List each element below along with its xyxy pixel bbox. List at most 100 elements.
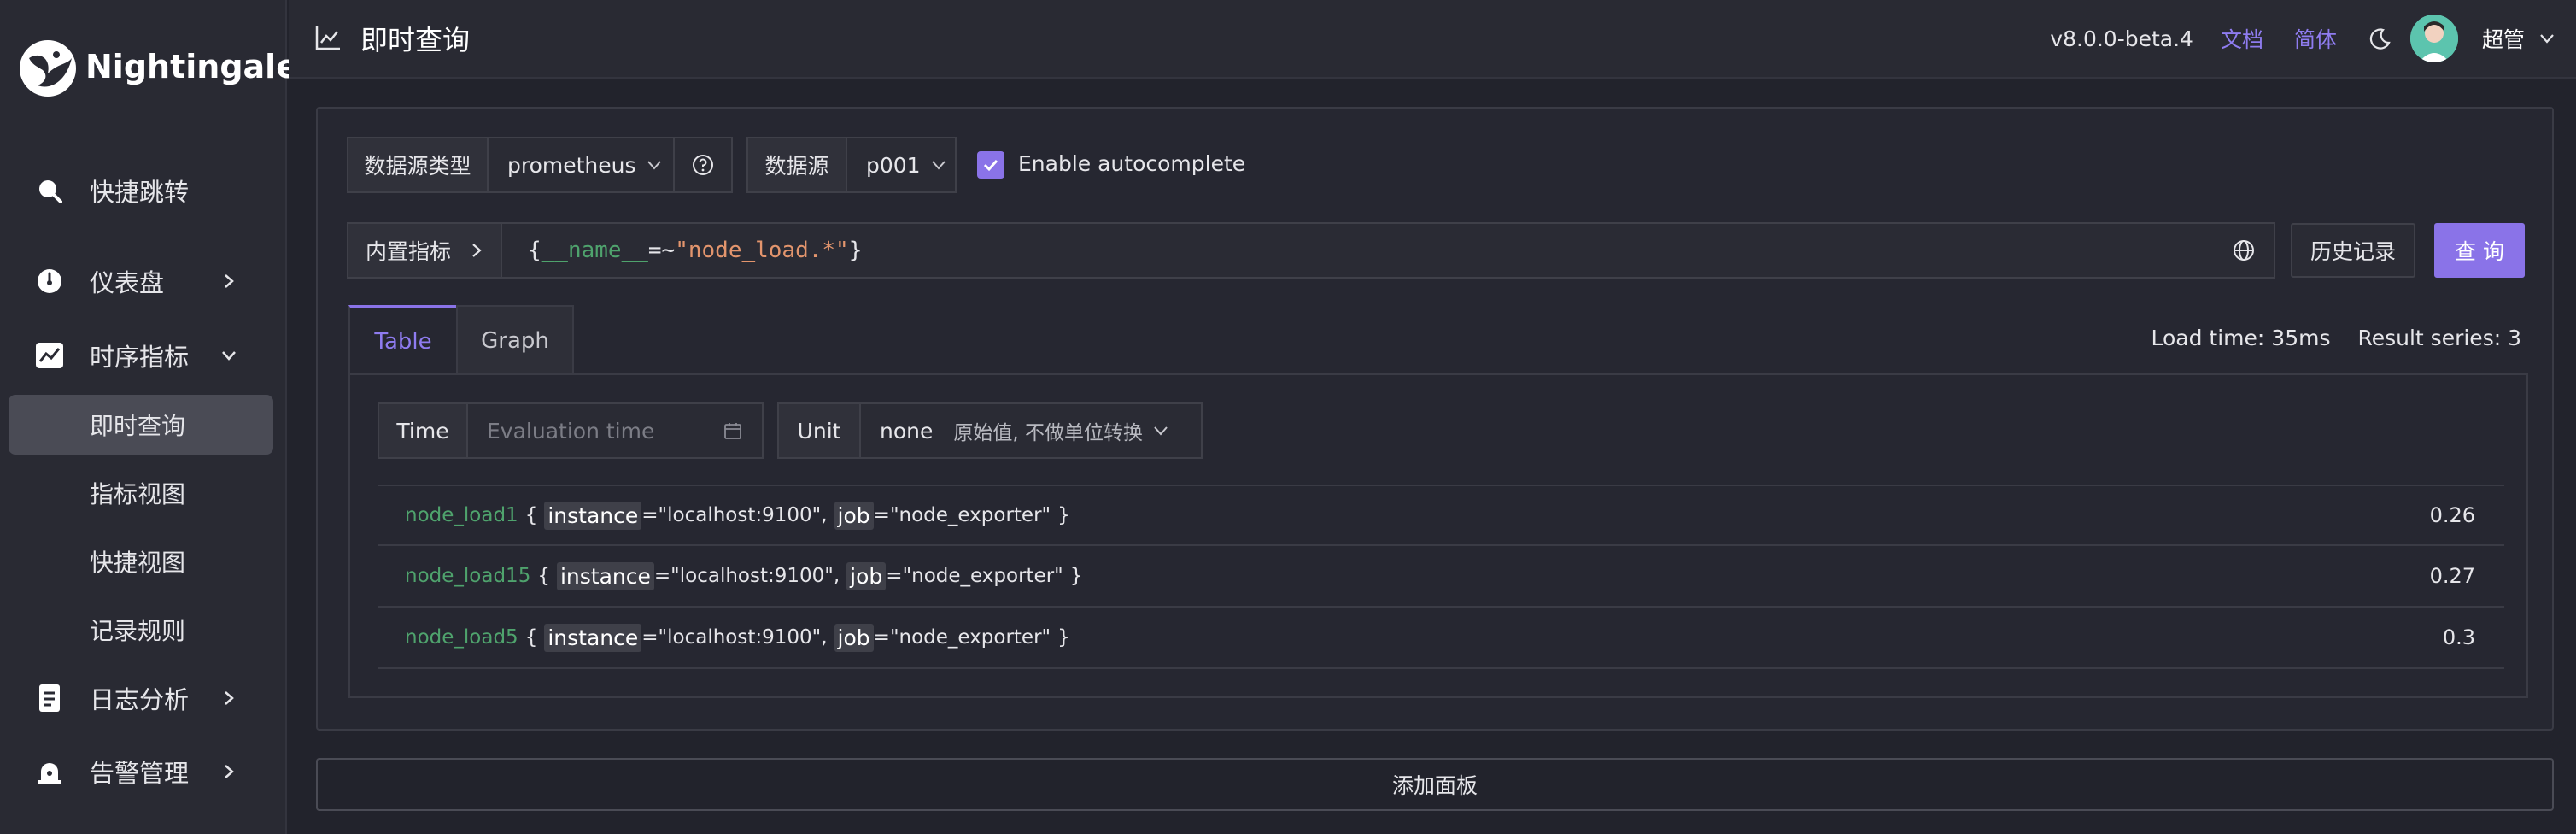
query-panel: 数据源类型 prometheus 数据源 p001 Enable autocom… <box>316 107 2554 731</box>
sidebar-subitem-label: 即时查询 <box>90 412 186 440</box>
datasource-label-text: 数据源 <box>764 154 829 179</box>
series-value: 0.27 <box>2429 564 2475 588</box>
sidebar-subitem-recording-rules[interactable]: 记录规则 <box>9 600 273 660</box>
promql-close-brace: } <box>848 238 863 263</box>
promql-input[interactable]: { __name__ =~ "node_load.*" } <box>501 222 2275 279</box>
sidebar-item-label: 时序指标 <box>90 343 190 372</box>
table-row: node_load5 { instance = "localhost:9100"… <box>378 608 2504 669</box>
evaluation-time-input[interactable]: Evaluation time <box>466 402 764 459</box>
time-label-text: Time <box>396 418 449 443</box>
label-key-instance: instance <box>544 501 642 530</box>
datasource-type-label: 数据源类型 <box>347 137 489 193</box>
builtin-metrics-button[interactable]: 内置指标 <box>347 222 502 279</box>
label-value-instance: "localhost:9100" <box>658 504 822 526</box>
docs-link[interactable]: 文档 <box>2221 23 2263 54</box>
label-key-job: job <box>834 623 874 652</box>
chevron-down-icon <box>219 345 239 366</box>
datasource-select[interactable]: p001 <box>846 137 957 193</box>
label-open-brace: { <box>537 565 550 587</box>
tab-table[interactable]: Table <box>348 305 458 377</box>
promql-open-brace: { <box>528 238 542 263</box>
series-value: 0.26 <box>2429 503 2475 527</box>
chevron-down-icon <box>931 161 946 170</box>
label-key-job: job <box>846 561 887 590</box>
label-value-job: "node_exporter" <box>902 565 1063 587</box>
moon-icon[interactable] <box>2368 26 2393 51</box>
datasource-type-value: prometheus <box>507 152 636 178</box>
sidebar-subitem-label: 指标视图 <box>90 480 186 508</box>
check-icon <box>983 159 998 172</box>
sidebar-item-label: 仪表盘 <box>90 268 165 297</box>
datasource-type-select[interactable]: prometheus <box>487 137 675 193</box>
sidebar-item-label: 日志分析 <box>90 685 190 714</box>
chevron-right-icon <box>472 244 482 257</box>
autocomplete-label[interactable]: Enable autocomplete <box>1018 151 1245 176</box>
language-switch[interactable]: 简体 <box>2294 23 2337 54</box>
unit-description: 原始值, 不做单位转换 <box>953 422 1143 444</box>
add-panel-button[interactable]: 添加面板 <box>316 758 2554 811</box>
sidebar: Nightingale 快捷跳转 仪表盘 时序指标 即时查询 指标视图 快捷视图 <box>0 0 298 834</box>
app-name: Nightingale <box>85 48 298 85</box>
chevron-down-icon <box>1154 426 1168 436</box>
globe-icon[interactable] <box>2233 239 2255 261</box>
metric-name: node_load5 <box>405 626 518 649</box>
label-close-brace: } <box>1057 504 1070 526</box>
label-open-brace: { <box>524 626 538 649</box>
builtin-metrics-label: 内置指标 <box>366 239 452 264</box>
series-value: 0.3 <box>2442 626 2475 649</box>
datasource-type-label-text: 数据源类型 <box>364 154 471 179</box>
logo[interactable]: Nightingale <box>17 32 298 101</box>
sidebar-item-dashboard[interactable]: 仪表盘 <box>9 251 273 311</box>
tab-graph[interactable]: Graph <box>456 305 574 377</box>
sidebar-item-alert-management[interactable]: 告警管理 <box>9 742 273 802</box>
sidebar-item-timeseries[interactable]: 时序指标 <box>9 326 273 385</box>
autocomplete-checkbox[interactable] <box>977 151 1004 179</box>
question-circle-icon <box>693 155 713 175</box>
sidebar-subitem-quick-view[interactable]: 快捷视图 <box>9 532 273 591</box>
chevron-right-icon <box>219 761 239 782</box>
search-icon <box>34 175 65 206</box>
username[interactable]: 超管 <box>2482 23 2525 54</box>
label-comma: , <box>821 504 828 526</box>
label-equals: = <box>641 626 659 649</box>
line-chart-icon <box>315 26 340 50</box>
avatar[interactable] <box>2409 15 2458 62</box>
table-row: node_load1 { instance = "localhost:9100"… <box>378 485 2504 546</box>
sidebar-item-label: 快捷跳转 <box>90 178 190 207</box>
version-label: v8.0.0-beta.4 <box>2050 26 2193 51</box>
unit-value: none <box>880 418 934 443</box>
promql-label-key: __name__ <box>541 238 648 263</box>
help-button[interactable] <box>673 137 733 193</box>
query-button[interactable]: 查 询 <box>2434 223 2525 278</box>
chevron-down-icon <box>647 161 661 170</box>
sidebar-item-quick-jump[interactable]: 快捷跳转 <box>9 161 273 220</box>
chevron-down-icon[interactable] <box>2538 32 2556 45</box>
table-row: node_load15 { instance = "localhost:9100… <box>378 546 2504 608</box>
unit-label-text: Unit <box>797 418 841 443</box>
label-key-instance: instance <box>544 623 642 652</box>
promql-label-value: "node_load.*" <box>675 238 849 263</box>
table-tab-pane: Time Evaluation time Unit none 原始值, 不做单位… <box>348 373 2528 698</box>
label-value-instance: "localhost:9100" <box>670 565 834 587</box>
dashboard-icon <box>34 266 65 297</box>
history-button[interactable]: 历史记录 <box>2291 223 2415 278</box>
calendar-icon <box>724 423 741 439</box>
unit-label: Unit <box>777 402 861 459</box>
label-value-job: "node_exporter" <box>889 504 1051 526</box>
unit-select[interactable]: none 原始值, 不做单位转换 <box>859 402 1203 459</box>
label-key-instance: instance <box>556 561 654 590</box>
nightingale-logo-icon <box>20 40 76 97</box>
promql-operator: =~ <box>647 238 676 263</box>
label-comma: , <box>833 565 840 587</box>
top-header: 即时查询 v8.0.0-beta.4 文档 简体 超管 <box>289 0 2576 79</box>
time-label: Time <box>378 402 468 459</box>
sidebar-item-log-analysis[interactable]: 日志分析 <box>9 668 273 728</box>
label-equals: = <box>641 504 659 526</box>
sidebar-subitem-metric-view[interactable]: 指标视图 <box>9 463 273 523</box>
log-icon <box>34 683 65 714</box>
sidebar-subitem-instant-query[interactable]: 即时查询 <box>9 395 273 455</box>
datasource-value: p001 <box>866 152 921 178</box>
label-equals: = <box>653 565 671 587</box>
sidebar-subitem-label: 快捷视图 <box>90 549 186 577</box>
metric-name: node_load15 <box>405 565 531 587</box>
